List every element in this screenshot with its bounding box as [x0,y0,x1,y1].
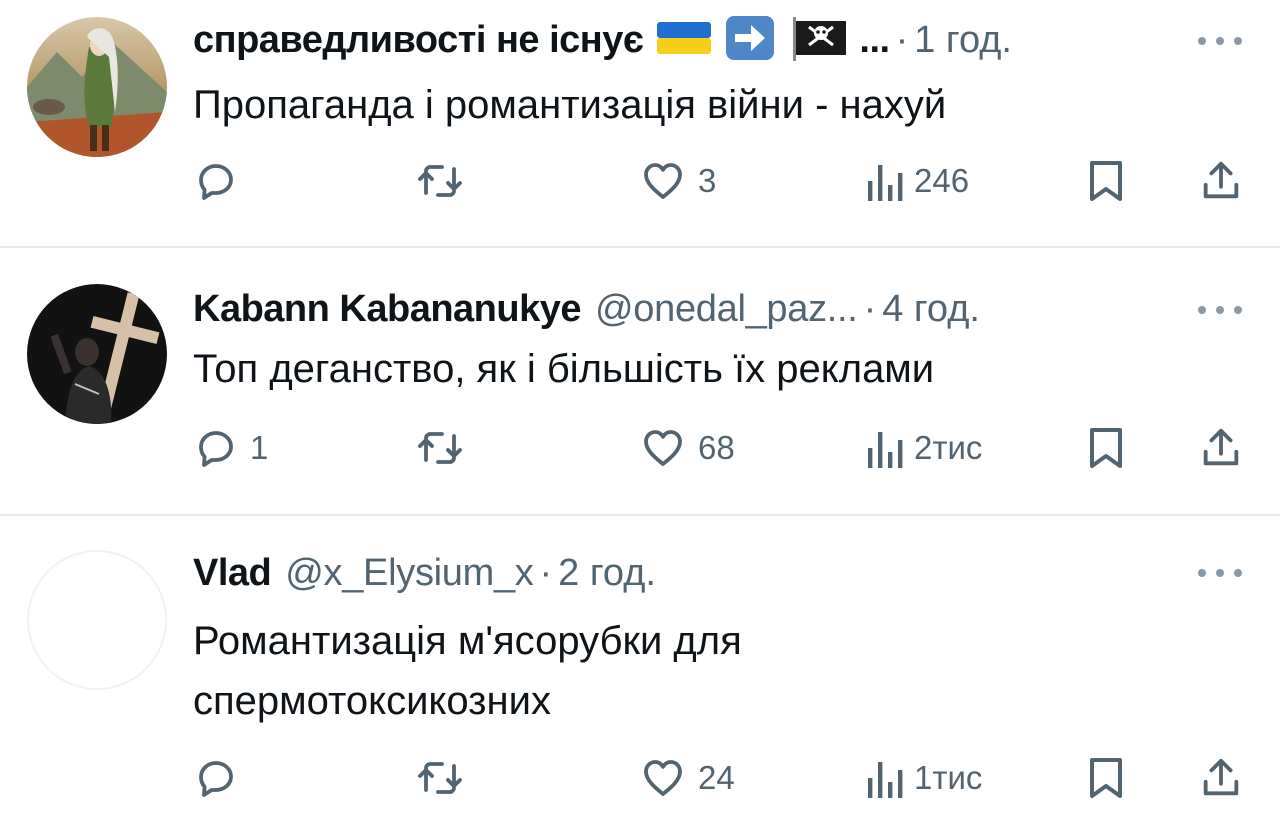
separator-dot: · [895,18,909,61]
timestamp[interactable]: 2 год. [558,552,656,595]
analytics-icon [864,157,904,205]
name-row: справедливості не існує ... · 1 год. [193,15,1012,65]
like-count: 68 [698,429,735,466]
tweet-text-line: Топ дeганство, як і більшість їх реклами [193,347,935,391]
tweet-text: Топ дeганство, як і більшість їх реклами [193,341,1233,397]
timestamp[interactable]: 1 год. [914,19,1012,62]
reply-button[interactable]: 1 [192,423,268,473]
reply-icon [192,157,240,205]
avatar[interactable] [27,284,167,424]
name-row: Kabann Kabananukye @onedal_paz... · 4 го… [193,284,980,334]
bookmark-button[interactable] [1086,156,1126,206]
tweet-1[interactable]: справедливості не існує ... · 1 год. Про… [0,0,1280,246]
share-button[interactable] [1198,753,1244,803]
share-icon [1198,424,1244,472]
repost-icon [414,424,466,472]
share-icon [1198,754,1244,802]
tweet-2[interactable]: Kabann Kabananukye @onedal_paz... · 4 го… [0,248,1280,514]
tweet-text-line: Пропаганда і романтизація війни - нахуй [193,83,947,127]
analytics-icon [864,754,904,802]
separator-dot: · [863,287,877,330]
action-bar: 3 246 [0,156,1280,206]
display-name[interactable]: справедливості не існує [193,19,644,62]
bookmark-button[interactable] [1086,423,1126,473]
tweet-text: Пропаганда і романтизація війни - нахуй [193,77,1233,133]
tweet-3[interactable]: Vlad @x_Elysium_x · 2 год. Романтизація … [0,516,1280,819]
repost-button[interactable] [414,753,476,803]
name-row: Vlad @x_Elysium_x · 2 год. [193,548,656,598]
view-count: 2тис [914,429,983,466]
bookmark-icon [1086,424,1126,472]
share-button[interactable] [1198,423,1244,473]
ukraine-flag-icon [657,20,712,61]
separator-dot: · [539,551,553,594]
handle[interactable]: @x_Elysium_x [285,552,534,595]
views-button[interactable]: 2тис [864,423,982,473]
more-options-icon[interactable] [1198,35,1242,47]
avatar[interactable] [27,550,167,690]
reply-button[interactable] [192,156,250,206]
name-truncation: ... [859,18,890,61]
like-count: 24 [698,759,735,796]
analytics-icon [864,424,904,472]
view-count: 246 [914,162,970,199]
action-bar: 1 68 2тис [0,423,1280,473]
arrow-right-emoji-icon [725,15,775,66]
like-button[interactable]: 68 [638,423,735,473]
repost-button[interactable] [414,423,476,473]
reply-icon [192,754,240,802]
action-bar: 24 1тис [0,753,1280,803]
views-button[interactable]: 1тис [864,753,982,803]
heart-icon [638,754,688,802]
like-count: 3 [698,162,717,199]
repost-button[interactable] [414,156,476,206]
bookmark-icon [1086,157,1126,205]
handle[interactable]: @onedal_paz... [595,288,858,331]
reply-icon [192,424,240,472]
reply-button[interactable] [192,753,250,803]
tweet-text-line: спермотоксикозних [193,679,551,723]
share-button[interactable] [1198,156,1244,206]
avatar[interactable] [27,17,167,157]
repost-icon [414,754,466,802]
reply-count: 1 [250,429,269,466]
display-name[interactable]: Kabann Kabananukye [193,288,582,331]
like-button[interactable]: 24 [638,753,735,803]
repost-icon [414,157,466,205]
tweet-text-line: Романтизація м'ясорубки для [193,619,742,663]
tweet-text: Романтизація м'ясорубки для спермотоксик… [193,611,1233,731]
more-options-icon[interactable] [1198,567,1242,579]
share-icon [1198,157,1244,205]
views-button[interactable]: 246 [864,156,969,206]
timestamp[interactable]: 4 год. [882,288,980,331]
heart-icon [638,157,688,205]
like-button[interactable]: 3 [638,156,716,206]
bookmark-button[interactable] [1086,753,1126,803]
view-count: 1тис [914,759,983,796]
bookmark-icon [1086,754,1126,802]
more-options-icon[interactable] [1198,304,1242,316]
display-name[interactable]: Vlad [193,552,272,595]
heart-icon [638,424,688,472]
pirate-flag-icon [789,15,849,66]
